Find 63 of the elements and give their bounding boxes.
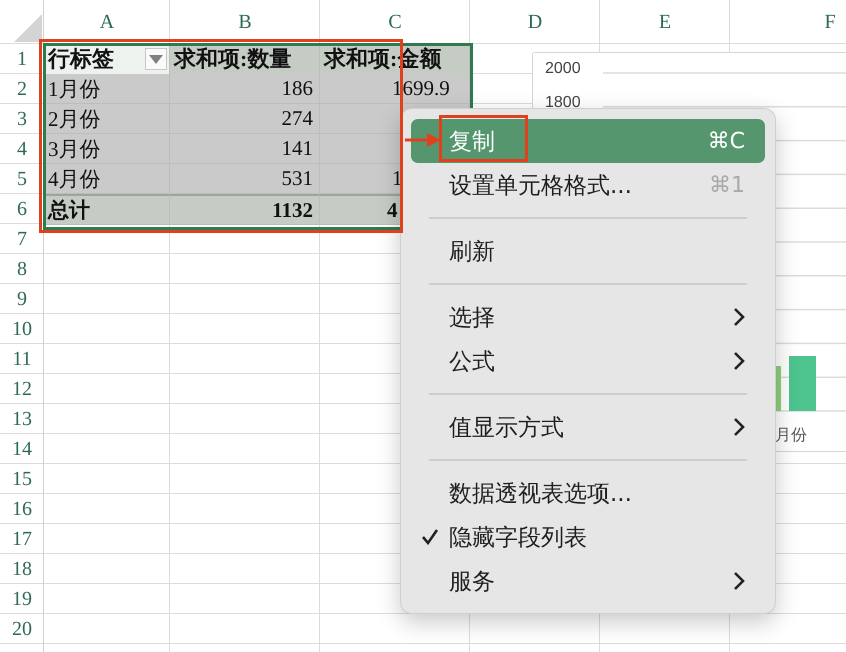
table-cell: 186	[170, 74, 320, 104]
row-number[interactable]: 4	[0, 134, 44, 164]
column-header[interactable]: A	[44, 0, 170, 44]
axis-label: 2000	[545, 61, 581, 77]
row-number[interactable]: 2	[0, 74, 44, 104]
menu-item-label: 选择	[449, 304, 495, 332]
menu-item[interactable]: 复制 ⌘C	[411, 119, 765, 163]
menu-item-label: 刷新	[449, 238, 495, 266]
column-header[interactable]: D	[470, 0, 600, 44]
chart-bar	[789, 356, 816, 411]
menu-item-label: 服务	[449, 568, 495, 596]
row-number[interactable]: 13	[0, 404, 44, 434]
menu-item[interactable]: 服务	[411, 559, 765, 603]
axis-label: 1800	[545, 95, 581, 111]
row-number[interactable]: 15	[0, 464, 44, 494]
row-number[interactable]: 8	[0, 254, 44, 284]
row-number[interactable]: 12	[0, 374, 44, 404]
menu-item[interactable]: 隐藏字段列表	[411, 515, 765, 559]
menu-item[interactable]: 数据透视表选项...	[411, 471, 765, 515]
table-cell: 求和项:数量	[170, 44, 320, 75]
table-cell: 3月份	[44, 134, 170, 164]
menu-item-label: 复制	[449, 128, 495, 156]
table-cell: 1132	[170, 194, 320, 225]
row-number[interactable]: 14	[0, 434, 44, 464]
menu-item[interactable]: 刷新	[411, 229, 765, 273]
axis-label: 月份	[775, 426, 807, 446]
column-header[interactable]: B	[170, 0, 320, 44]
dropdown-triangle-icon	[149, 54, 163, 64]
column-header[interactable]: C	[320, 0, 470, 44]
column-header[interactable]: F	[730, 0, 846, 44]
shortcut-label: ⌘1	[709, 172, 745, 198]
row-number[interactable]: 18	[0, 554, 44, 584]
row-number[interactable]: 6	[0, 194, 44, 225]
table-cell: 274	[170, 104, 320, 134]
column-header[interactable]: E	[600, 0, 730, 44]
menu-item-label: 数据透视表选项...	[449, 480, 632, 508]
row-number[interactable]: 17	[0, 524, 44, 554]
row-number[interactable]: 3	[0, 104, 44, 134]
table-cell: 531	[170, 164, 320, 194]
row-number[interactable]: 16	[0, 494, 44, 524]
menu-item[interactable]: 值显示方式	[411, 405, 765, 449]
annotation-arrow	[405, 133, 441, 147]
menu-item-label: 隐藏字段列表	[449, 524, 587, 552]
shortcut-label: ⌘C	[708, 128, 745, 154]
header-label: 行标签	[48, 45, 114, 73]
menu-item[interactable]: 公式	[411, 339, 765, 383]
row-number[interactable]: 20	[0, 614, 44, 644]
menu-item[interactable]: 选择	[411, 295, 765, 339]
table-cell: 总计	[44, 194, 170, 225]
row-number[interactable]: 5	[0, 164, 44, 194]
menu-item-label: 公式	[449, 348, 495, 376]
row-number[interactable]: 7	[0, 224, 44, 254]
row-number[interactable]: 1	[0, 44, 44, 75]
row-number[interactable]: 11	[0, 344, 44, 374]
table-cell: 4月份	[44, 164, 170, 194]
table-cell: 141	[170, 134, 320, 164]
row-number[interactable]: 19	[0, 584, 44, 614]
table-cell: 1月份	[44, 74, 170, 104]
row-number[interactable]: 9	[0, 284, 44, 314]
menu-item-label: 值显示方式	[449, 414, 564, 442]
table-cell: 2月份	[44, 104, 170, 134]
filter-dropdown-button[interactable]	[145, 48, 167, 70]
row-number[interactable]: 10	[0, 314, 44, 344]
